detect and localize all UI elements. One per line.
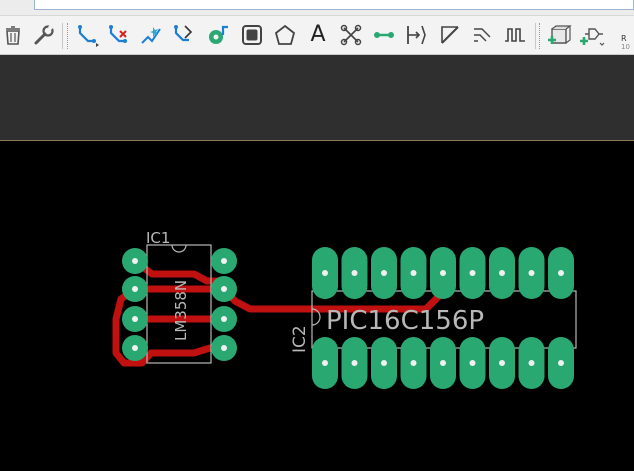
rectangle-icon <box>242 25 262 45</box>
ic2-drill-hole <box>499 270 505 276</box>
ic2-drill-hole <box>558 360 564 366</box>
add-part-tool-button[interactable] <box>545 22 572 48</box>
ic2-drill-hole <box>410 270 417 276</box>
route-icon <box>78 25 99 47</box>
ic2-drill-hole <box>558 270 564 276</box>
polygon-tool-button[interactable] <box>272 22 298 48</box>
add-part-icon <box>548 25 572 44</box>
via-tool-button[interactable] <box>205 22 231 48</box>
ic2-drill-hole <box>469 270 476 276</box>
ic1-drill-hole <box>221 258 227 264</box>
meander-tool-button[interactable] <box>502 22 528 48</box>
ic2-drill-hole <box>322 270 328 276</box>
toolbar-separator <box>62 23 63 49</box>
panel-area <box>0 55 634 141</box>
text-tool-button[interactable]: A <box>305 22 331 48</box>
toolbar-overflow-label: R 10 <box>621 34 630 52</box>
dimension-icon <box>407 25 426 45</box>
add-component-icon <box>580 28 605 46</box>
ic1-notch <box>171 244 187 253</box>
optimize-tool-button[interactable] <box>170 22 196 48</box>
ic2-drill-hole <box>499 360 505 366</box>
add-component-tool-button[interactable] <box>578 22 605 48</box>
line-tool-button[interactable] <box>437 22 463 48</box>
ic1-drill-hole <box>221 286 227 292</box>
ic2-drill-hole <box>440 360 446 366</box>
ic2-drill-hole <box>469 360 476 366</box>
toolbar-separator <box>535 23 536 49</box>
ic1-drill-hole <box>132 316 138 322</box>
overflow-label-top: R <box>621 34 627 43</box>
wrench-icon <box>34 24 54 45</box>
ic1-drill-hole <box>221 316 227 322</box>
miter-icon <box>474 28 491 42</box>
board-canvas[interactable]: IC1 LM358N IC2 PIC16C156P <box>0 141 634 471</box>
ic1-drill-hole <box>132 345 138 351</box>
ic2-name-label: IC2 <box>290 325 310 353</box>
ic2-drill-hole <box>440 270 446 276</box>
overflow-label-bottom: 10 <box>621 43 630 51</box>
via-icon <box>209 25 228 44</box>
miter-tool-button[interactable] <box>469 22 495 48</box>
ic1-drill-hole <box>221 345 227 351</box>
wire-icon <box>374 32 394 38</box>
wire-tool-button[interactable] <box>371 22 397 48</box>
ic1-value-label: LM358N <box>172 280 190 341</box>
wrench-tool-button[interactable] <box>31 22 57 48</box>
ic2-value-label: PIC16C156P <box>326 306 484 336</box>
ic1-drill-hole <box>132 258 138 264</box>
ic2-drill-hole <box>381 270 387 276</box>
line-icon <box>441 26 459 44</box>
ic2-drill-hole <box>351 360 358 366</box>
ic2-drill-hole <box>410 360 417 366</box>
ic2-drill-hole <box>528 270 535 276</box>
toolbar-grip <box>539 23 542 49</box>
ripup-icon <box>109 25 127 43</box>
top-strip <box>0 0 634 15</box>
ic1-drill-hole <box>132 286 138 292</box>
autoroute-icon <box>141 27 161 44</box>
polygon-icon <box>274 24 296 45</box>
pcb-board-view[interactable]: IC1 LM358N IC2 PIC16C156P <box>0 141 634 471</box>
delete-tool-button[interactable] <box>0 22 26 48</box>
ic2-drill-hole <box>322 360 328 366</box>
autoroute-tool-button[interactable] <box>138 22 164 48</box>
signal-tool-button[interactable] <box>338 22 364 48</box>
route-tool-button[interactable] <box>75 22 101 48</box>
optimize-icon <box>174 25 193 42</box>
trash-icon <box>6 26 20 45</box>
ic2-drill-hole <box>351 270 358 276</box>
meander-icon <box>505 28 525 42</box>
dimension-tool-button[interactable] <box>403 22 429 48</box>
ic1-name-label: IC1 <box>146 229 170 247</box>
text-icon: A <box>310 22 326 47</box>
ic2-drill-hole <box>528 360 535 366</box>
tool-toolbar: A R 10 <box>0 15 634 55</box>
toolbar-grip <box>67 23 70 49</box>
ic2-drill-hole <box>381 360 387 366</box>
ripup-tool-button[interactable] <box>106 22 132 48</box>
rectangle-tool-button[interactable] <box>239 22 265 48</box>
command-line-input[interactable] <box>34 0 634 10</box>
signal-icon <box>340 24 362 46</box>
